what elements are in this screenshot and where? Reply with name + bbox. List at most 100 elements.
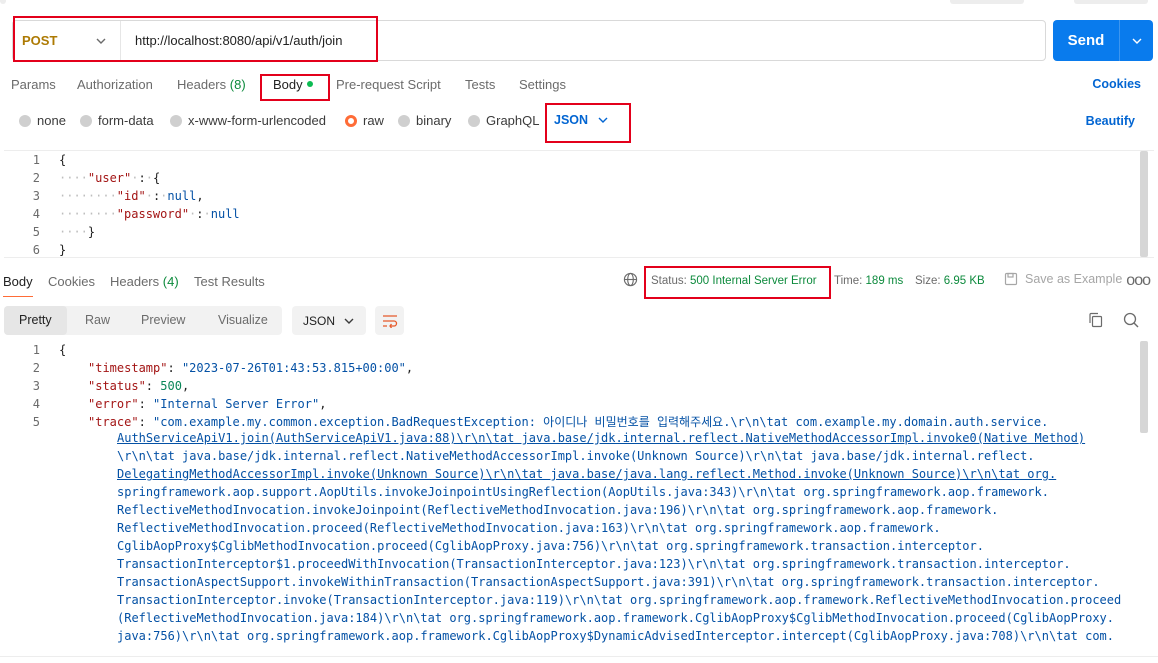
tab-params[interactable]: Params bbox=[11, 77, 56, 92]
trace-line: TransactionInterceptor.invoke(Transactio… bbox=[117, 593, 1122, 607]
request-body-editor[interactable]: 1{ 2 ····"user"·:·{ 3 ········"id"·:·null,… bbox=[4, 150, 1154, 258]
scrollbar-thumb[interactable] bbox=[1140, 341, 1148, 433]
response-tabs: Body Cookies Headers (4) Test Results St… bbox=[0, 270, 1158, 297]
cookies-link[interactable]: Cookies bbox=[1092, 77, 1141, 91]
send-button[interactable]: Send bbox=[1053, 20, 1120, 61]
radio-selected-icon bbox=[345, 114, 357, 127]
json-key: "user" bbox=[87, 171, 132, 185]
radio-binary-label: binary bbox=[416, 113, 452, 128]
response-tab-headers-label: Headers bbox=[110, 274, 160, 289]
response-tab-headers[interactable]: Headers (4) bbox=[110, 274, 179, 289]
line-number: 1 bbox=[32, 343, 40, 357]
trace-line: ReflectiveMethodInvocation.proceed(Refle… bbox=[117, 521, 941, 535]
copy-icon[interactable] bbox=[1088, 312, 1103, 328]
tab-headers-count: (8) bbox=[229, 77, 246, 92]
save-as-example-button[interactable]: Save as Example bbox=[1004, 272, 1122, 286]
response-tab-cookies[interactable]: Cookies bbox=[48, 274, 95, 289]
code-text: } bbox=[59, 243, 67, 257]
response-status[interactable]: Status: 500 Internal Server Error bbox=[651, 275, 817, 287]
view-visualize-button[interactable]: Visualize bbox=[218, 306, 268, 335]
wrap-lines-button[interactable] bbox=[375, 306, 404, 335]
search-icon[interactable] bbox=[1123, 312, 1139, 328]
tab-headers[interactable]: Headers (8) bbox=[177, 77, 246, 92]
response-view-toolbar: Pretty Raw Preview Visualize bbox=[4, 306, 282, 335]
radio-raw-label: raw bbox=[363, 113, 384, 128]
response-size[interactable]: Size: 6.95 KB bbox=[915, 275, 985, 287]
response-tab-body[interactable]: Body bbox=[3, 274, 33, 297]
url-bar: POST http://localhost:8080/api/v1/auth/j… bbox=[12, 20, 1046, 61]
tab-tests[interactable]: Tests bbox=[465, 77, 495, 92]
response-time[interactable]: Time: 189 ms bbox=[834, 275, 903, 287]
radio-form-data[interactable]: form-data bbox=[80, 113, 154, 128]
response-format-select[interactable]: JSON bbox=[292, 306, 366, 335]
code-text: { bbox=[59, 153, 67, 167]
radio-icon bbox=[80, 114, 92, 127]
line-number: 2 bbox=[32, 171, 40, 185]
response-scrollbar[interactable] bbox=[1140, 341, 1148, 653]
chevron-down-icon bbox=[344, 318, 354, 324]
time-label: Time: bbox=[834, 275, 863, 287]
line-number: 5 bbox=[32, 415, 40, 429]
json-value: "2023-07-26T01:43:53.815+00:00" bbox=[181, 361, 406, 375]
more-options-icon[interactable]: ooo bbox=[1126, 272, 1151, 290]
trace-line: ReflectiveMethodInvocation.invokeJoinpoi… bbox=[117, 503, 999, 517]
view-preview-button[interactable]: Preview bbox=[141, 306, 185, 335]
method-label: POST bbox=[22, 33, 58, 48]
body-format-label: JSON bbox=[554, 113, 589, 127]
tab-settings[interactable]: Settings bbox=[519, 77, 566, 92]
url-input[interactable]: http://localhost:8080/api/v1/auth/join bbox=[121, 33, 342, 48]
line-number: 2 bbox=[32, 361, 40, 375]
response-tab-test-results[interactable]: Test Results bbox=[194, 274, 265, 289]
modified-dot-icon bbox=[306, 81, 313, 87]
radio-icon bbox=[170, 114, 182, 127]
json-value: "Internal Server Error" bbox=[153, 397, 320, 411]
tab-body[interactable]: Body bbox=[273, 77, 313, 92]
view-pretty-button[interactable]: Pretty bbox=[4, 306, 67, 335]
json-value: null bbox=[167, 189, 197, 203]
response-body-viewer[interactable]: 1{ 2 "timestamp": "2023-07-26T01:43:53.81… bbox=[4, 341, 1154, 653]
view-raw-button[interactable]: Raw bbox=[85, 306, 110, 335]
wrap-lines-icon bbox=[382, 314, 397, 328]
radio-urlencoded[interactable]: x-www-form-urlencoded bbox=[170, 113, 326, 128]
radio-none[interactable]: none bbox=[19, 113, 66, 128]
toolbar-button-stub bbox=[1074, 0, 1148, 4]
trace-line: AuthServiceApiV1.join(AuthServiceApiV1.j… bbox=[117, 431, 1086, 445]
request-editor-scrollbar[interactable] bbox=[1140, 151, 1148, 257]
trace-line: springframework.aop.support.AopUtils.inv… bbox=[117, 485, 1049, 499]
globe-icon[interactable] bbox=[623, 272, 638, 287]
json-key: "id" bbox=[116, 189, 146, 203]
save-as-example-label: Save as Example bbox=[1025, 272, 1123, 286]
radio-none-label: none bbox=[37, 113, 66, 128]
send-options-button[interactable] bbox=[1120, 20, 1153, 61]
radio-graphql[interactable]: GraphQL bbox=[468, 113, 539, 128]
line-number: 1 bbox=[32, 153, 40, 167]
method-select[interactable]: POST bbox=[13, 21, 121, 60]
radio-raw[interactable]: raw bbox=[345, 113, 384, 128]
json-key: "timestamp" bbox=[88, 361, 168, 375]
json-value: 500 bbox=[160, 379, 182, 393]
trace-line: TransactionAspectSupport.invokeWithinTra… bbox=[117, 575, 1100, 589]
line-number: 6 bbox=[32, 243, 40, 257]
time-value: 189 ms bbox=[865, 275, 904, 287]
radio-icon bbox=[398, 114, 410, 127]
line-number: 3 bbox=[32, 379, 40, 393]
window-edge-stub bbox=[0, 0, 6, 4]
toolbar-button-stub bbox=[950, 0, 1024, 4]
trace-line: java:756)\r\n\tat org.springframework.ao… bbox=[117, 629, 1114, 643]
code-text: { bbox=[59, 343, 67, 357]
trace-line: "com.example.my.common.exception.BadRequ… bbox=[153, 415, 1049, 429]
tab-prerequest-script[interactable]: Pre-request Script bbox=[336, 77, 441, 92]
trace-line: CglibAopProxy$CglibMethodInvocation.proc… bbox=[117, 539, 984, 553]
scrollbar-thumb[interactable] bbox=[1140, 151, 1148, 257]
tab-authorization[interactable]: Authorization bbox=[77, 77, 153, 92]
status-label: Status: bbox=[651, 275, 687, 287]
radio-binary[interactable]: binary bbox=[398, 113, 451, 128]
body-format-select[interactable]: JSON bbox=[554, 113, 608, 127]
send-button-group: Send bbox=[1053, 20, 1153, 61]
size-label: Size: bbox=[915, 275, 941, 287]
radio-icon bbox=[468, 114, 480, 127]
chevron-down-icon bbox=[96, 38, 106, 44]
trace-line: (ReflectiveMethodInvocation.java:184)\r\… bbox=[117, 611, 1114, 625]
beautify-button[interactable]: Beautify bbox=[1086, 114, 1135, 128]
response-format-label: JSON bbox=[303, 313, 336, 328]
